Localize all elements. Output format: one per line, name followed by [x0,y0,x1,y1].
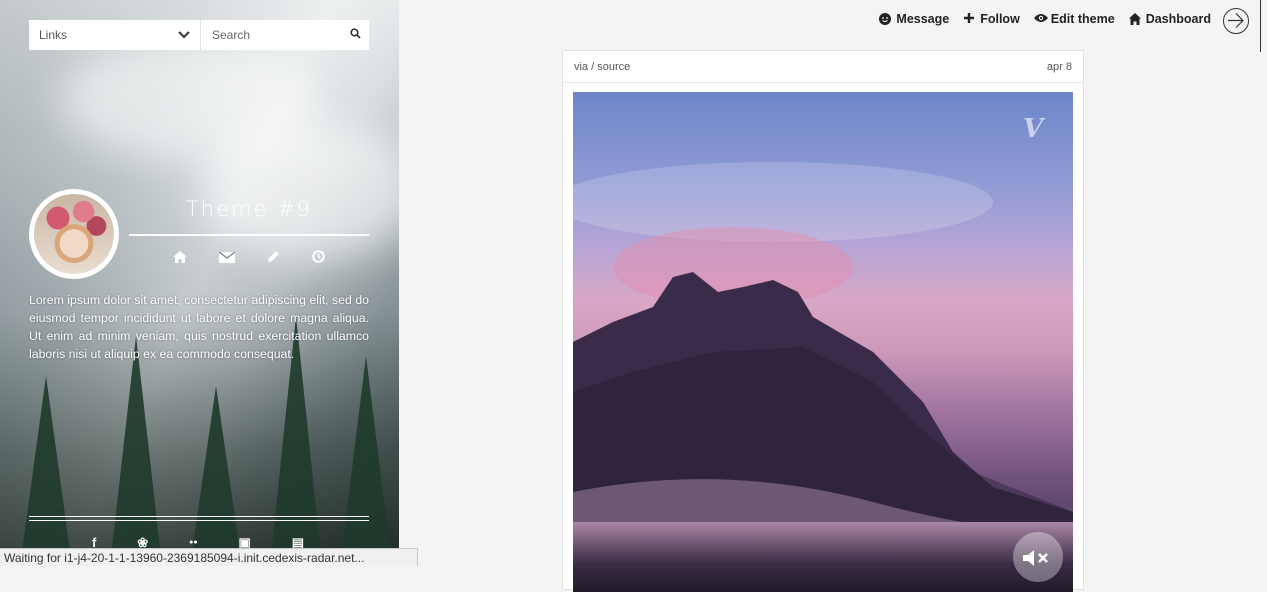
sidebar-background-tree [20,376,72,566]
message-icon [879,13,892,25]
avatar[interactable] [29,189,119,279]
home-icon [1128,13,1141,25]
tumblr-menu-button[interactable] [1223,8,1249,34]
sidebar-topbar: Links Search [29,20,369,50]
eye-icon [1033,13,1048,25]
post-date[interactable]: apr 8 [1047,61,1072,73]
speaker-muted-icon [1023,549,1048,566]
clock-icon[interactable] [312,250,325,266]
footer-divider [29,516,369,517]
blog-description: Lorem ipsum dolor sit amet, consectetur … [29,293,369,361]
window-edge [1260,0,1261,52]
chevron-down-icon [178,28,190,42]
dashboard-button[interactable]: Dashboard [1128,12,1211,26]
sidebar-nav [157,250,341,266]
sea [573,522,1073,592]
browser-status-bar: Waiting for i1-j4-20-1-1-13960-236918509… [0,548,418,566]
sidebar-background-cloud [200,120,399,260]
post: via / source apr 8 V [562,50,1084,592]
video-frame [573,162,1073,592]
post-header: via / source apr 8 [563,51,1083,83]
search-field[interactable]: Search [201,28,369,42]
edit-theme-button[interactable]: Edit theme [1033,12,1115,26]
post-video[interactable]: V [573,92,1073,592]
plus-icon [963,13,975,25]
title-divider [129,234,369,236]
search-icon[interactable] [350,28,361,42]
sidebar: Links Search Theme #9 Lorem ipsum dolor … [0,0,399,566]
dashboard-label: Dashboard [1145,12,1211,26]
edit-theme-label: Edit theme [1050,12,1115,26]
home-icon[interactable] [173,250,187,266]
avatar-image [34,194,114,274]
links-dropdown-label: Links [39,28,68,42]
tumblr-controls: Message Follow Edit theme Dashboard [879,12,1211,26]
blog-title[interactable]: Theme #9 [129,197,369,221]
message-label: Message [896,12,950,26]
post-source-link[interactable]: via / source [574,61,630,73]
sidebar-background-tree [340,356,392,566]
mute-button[interactable] [1013,532,1063,582]
pencil-icon[interactable] [267,250,280,266]
arrow-circle-icon [1228,13,1244,28]
mail-icon[interactable] [218,250,236,266]
follow-label: Follow [980,12,1020,26]
follow-button[interactable]: Follow [963,12,1020,26]
links-dropdown[interactable]: Links [29,20,201,50]
search-input[interactable]: Search [212,28,250,42]
sidebar-background-tree [110,336,162,566]
vine-logo-icon: V [1023,114,1044,144]
footer-divider [29,520,369,521]
message-button[interactable]: Message [879,12,949,26]
